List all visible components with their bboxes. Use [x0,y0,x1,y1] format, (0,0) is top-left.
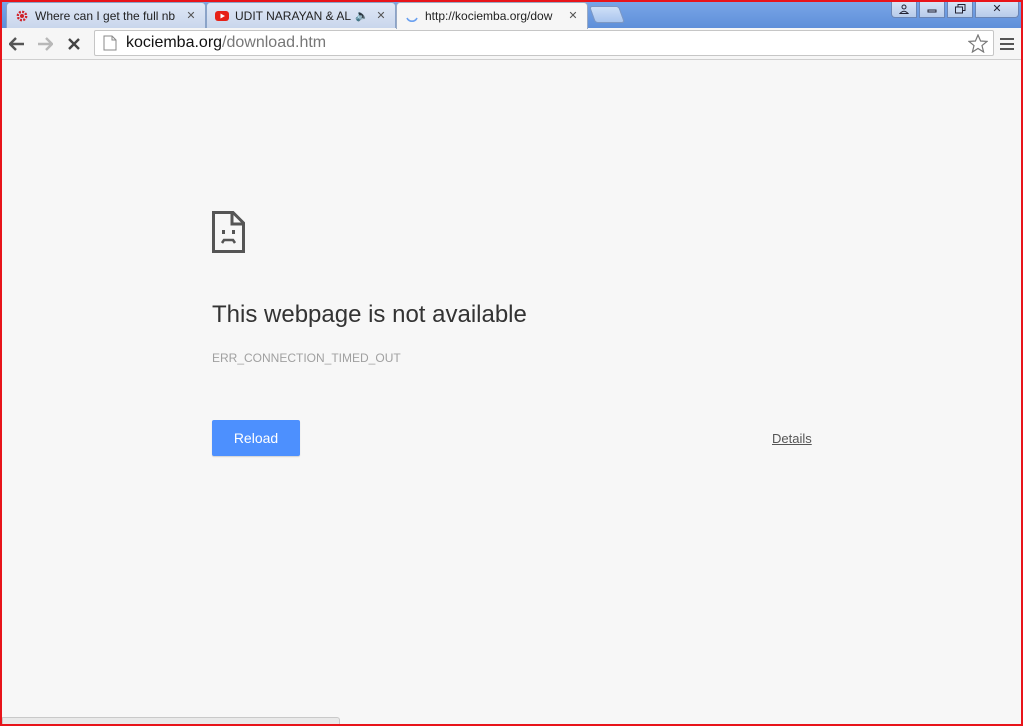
error-title: This webpage is not available [212,301,527,328]
sad-page-icon [212,211,245,253]
star-icon [968,33,988,53]
tab-quora[interactable]: Where can I get the full nb ✕ [6,2,206,28]
loading-spinner-icon [405,9,419,23]
chrome-menu-button[interactable] [996,33,1018,55]
status-bubble [2,717,340,726]
gear-icon [15,9,29,23]
reload-button[interactable]: Reload [212,420,300,456]
window-close-button[interactable]: ✕ [975,0,1019,18]
hamburger-icon-bar [1000,43,1014,45]
arrow-left-icon [9,37,24,51]
error-page: This webpage is not available ERR_CONNEC… [0,61,1023,726]
tab-title: http://kociemba.org/dow [425,9,553,23]
minimize-icon [927,9,937,12]
tab-title: UDIT NARAYAN & ALK [235,8,352,23]
back-button[interactable] [5,32,29,56]
close-icon: ✕ [992,3,1002,15]
speaker-icon[interactable]: 🔈 [355,9,369,22]
hamburger-icon [1000,38,1014,40]
youtube-icon [215,9,229,23]
restore-icon [954,3,965,13]
tab-strip: Where can I get the full nb ✕ UDIT NARAY… [0,0,1023,29]
close-icon[interactable]: ✕ [375,10,387,22]
url-path: /download.htm [222,34,327,51]
close-icon[interactable]: ✕ [567,10,579,22]
minimize-button[interactable] [919,0,945,18]
forward-button[interactable] [33,32,57,56]
close-icon[interactable]: ✕ [185,10,197,22]
error-code: ERR_CONNECTION_TIMED_OUT [212,351,401,365]
hamburger-icon-bar [1000,48,1014,50]
window-controls: ✕ [891,0,1019,18]
tab-youtube[interactable]: UDIT NARAYAN & ALK 🔈 ✕ [206,2,396,28]
arrow-right-icon [38,37,53,51]
stop-x-icon [68,38,80,50]
stop-button[interactable] [62,32,86,56]
bookmark-star-button[interactable] [967,32,989,54]
page-icon [103,35,117,51]
tab-title: Where can I get the full nb [35,8,176,23]
details-link[interactable]: Details [772,431,812,446]
address-bar[interactable]: kociemba.org/download.htm [94,30,994,56]
user-profile-button[interactable] [891,0,917,18]
url-domain: kociemba.org [126,34,223,51]
tab-kociemba[interactable]: http://kociemba.org/dow ✕ [396,2,588,29]
browser-toolbar: kociemba.org/download.htm [0,28,1023,60]
person-icon [899,4,909,14]
restore-button[interactable] [947,0,973,18]
new-tab-button[interactable] [588,6,626,23]
url-text[interactable]: kociemba.org/download.htm [126,34,967,52]
